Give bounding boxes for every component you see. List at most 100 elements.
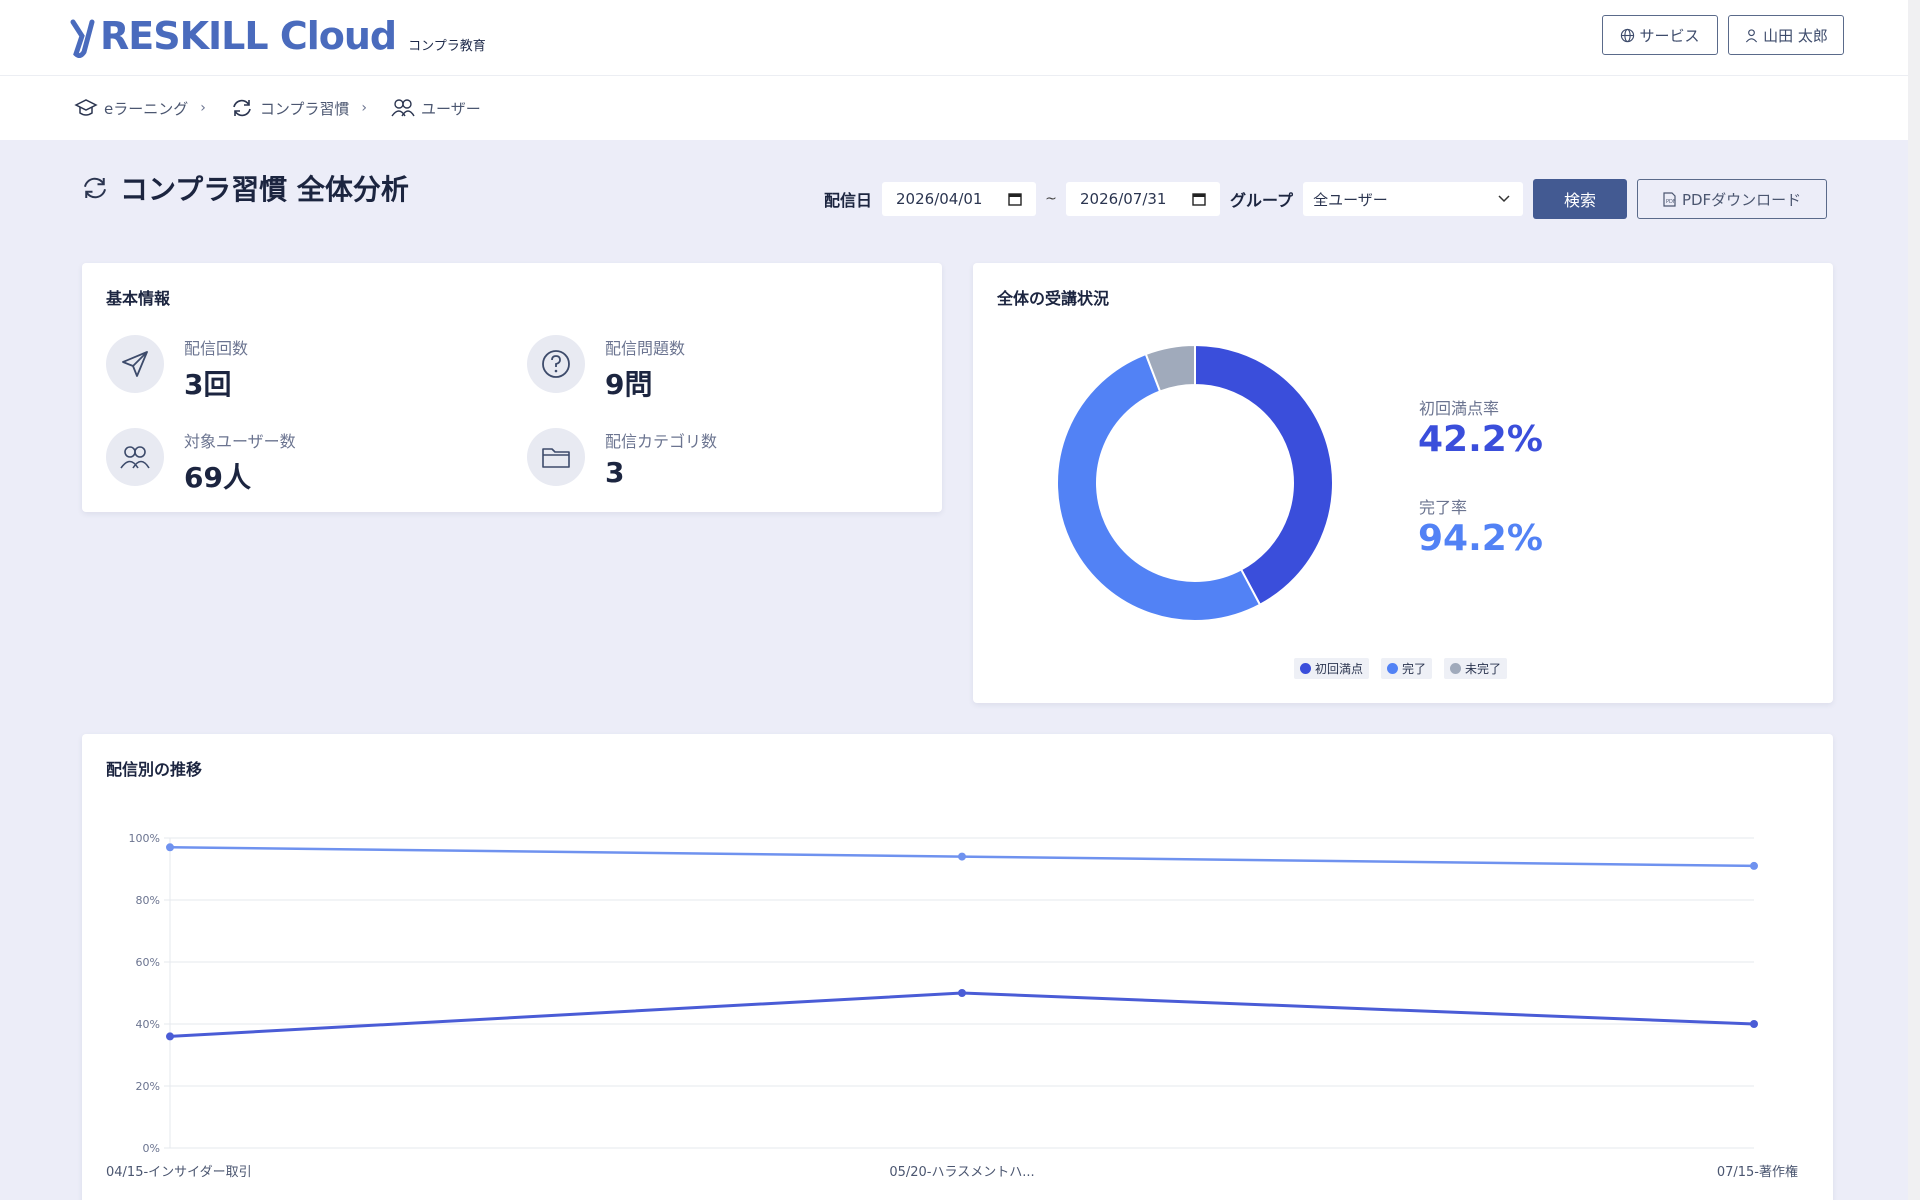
logo-text: RESKILL Cloud	[100, 14, 397, 58]
legend-label: 初回満点	[1315, 662, 1364, 676]
user-menu-button[interactable]: 山田 太郎	[1728, 15, 1844, 55]
y-tick-label: 20%	[136, 1080, 160, 1093]
data-point	[958, 989, 966, 997]
donut-slice-1	[1056, 352, 1262, 622]
logo-subtitle: コンプラ教育	[408, 39, 486, 54]
y-tick-label: 80%	[136, 894, 160, 907]
basic-info-title: 基本情報	[106, 289, 171, 308]
chevron-down-icon	[1498, 195, 1510, 203]
stat-delivery-count: 配信回数 3回	[106, 335, 248, 403]
users-icon	[391, 99, 415, 117]
stat-target-users: 対象ユーザー数 69人	[106, 428, 296, 496]
users-icon	[120, 446, 150, 469]
x-tick-label: 05/20-ハラスメントハ...	[889, 1165, 1034, 1180]
sync-icon	[233, 99, 251, 117]
breadcrumb-elearning[interactable]: eラーニング ›	[74, 97, 206, 119]
basic-info-card: 基本情報 配信回数 3回 配信問題数 9問 対象ユーザー数 69人 配信カテゴリ…	[82, 263, 942, 512]
complete-label: 完了率	[1419, 498, 1468, 517]
stat-icon-wrap	[527, 428, 585, 486]
stat-value: 9問	[605, 368, 653, 401]
app-header: RESKILL Cloud コンプラ教育 サービス 山田 太郎	[0, 0, 1920, 76]
stat-label: 配信カテゴリ数	[605, 432, 718, 451]
stat-icon-wrap	[106, 428, 164, 486]
first-perfect-label: 初回満点率	[1419, 399, 1500, 418]
logo[interactable]: RESKILL Cloud コンプラ教育	[70, 14, 486, 58]
status-card: 全体の受講状況 初回満点率 42.2% 完了率 94.2%	[973, 263, 1833, 703]
y-tick-label: 0%	[143, 1142, 160, 1155]
calendar-icon[interactable]	[1192, 192, 1206, 206]
stat-value: 69人	[184, 461, 251, 494]
legend-dot	[1450, 663, 1462, 674]
stat-label: 対象ユーザー数	[184, 432, 296, 451]
date-from-value: 2026/04/01	[896, 190, 983, 208]
question-icon	[542, 350, 570, 378]
folder-icon	[542, 448, 570, 468]
legend-dot	[1300, 663, 1311, 674]
graduation-cap-icon	[74, 99, 98, 116]
legend-item[interactable]: 完了	[1381, 658, 1433, 679]
sync-icon	[84, 177, 106, 199]
y-tick-label: 60%	[136, 956, 160, 969]
legend-label: 未完了	[1465, 662, 1502, 676]
stat-icon-wrap	[106, 335, 164, 393]
data-point	[1750, 1020, 1758, 1028]
data-point	[166, 843, 174, 852]
user-name: 山田 太郎	[1763, 26, 1828, 45]
service-button-label: サービス	[1639, 26, 1700, 45]
donut-chart	[1056, 343, 1334, 622]
breadcrumb-compliance[interactable]: コンプラ習慣 ›	[230, 97, 367, 119]
y-tick-label: 100%	[129, 832, 160, 845]
svg-text:PDF: PDF	[1666, 199, 1676, 205]
status-card-title: 全体の受講状況	[997, 289, 1110, 308]
date-from-input[interactable]: 2026/04/01	[882, 182, 1037, 216]
stat-label: 配信問題数	[605, 339, 686, 358]
series-line-1	[169, 991, 1755, 1038]
data-point	[1750, 861, 1758, 870]
y-tick-label: 40%	[136, 1018, 160, 1031]
pdf-download-button[interactable]: PDF PDFダウンロード	[1637, 179, 1828, 219]
date-to-input[interactable]: 2026/07/31	[1066, 182, 1221, 216]
group-select-value: 全ユーザー	[1313, 190, 1388, 209]
search-button[interactable]: 検索	[1533, 179, 1628, 219]
legend-item[interactable]: 初回満点	[1294, 658, 1370, 679]
breadcrumb: eラーニング › コンプラ習慣 › ユーザー	[0, 76, 1920, 140]
logo-mark-icon	[70, 19, 95, 58]
donut-slice-0	[1194, 343, 1334, 607]
pdf-button-label: PDFダウンロード	[1681, 190, 1802, 209]
page-title: コンプラ習慣 全体分析	[80, 168, 409, 208]
send-icon	[122, 351, 148, 377]
data-point	[958, 852, 966, 861]
stat-value: 3	[605, 456, 625, 489]
trend-card: 配信別の推移 0% 20% 40% 60% 80% 100% 04/15-インサイダー取引 0…	[82, 734, 1833, 1200]
breadcrumb-label: コンプラ習慣	[259, 99, 350, 118]
group-select[interactable]: 全ユーザー	[1303, 182, 1524, 216]
breadcrumb-label: ユーザー	[421, 99, 481, 118]
service-button[interactable]: サービス	[1602, 15, 1718, 55]
legend-dot	[1387, 663, 1399, 674]
stat-category-count: 配信カテゴリ数 3	[527, 428, 717, 489]
legend-label: 完了	[1402, 662, 1427, 676]
page-title-text: コンプラ習慣 全体分析	[120, 173, 409, 206]
donut-legend: 初回満点 完了 未完了	[1294, 658, 1508, 679]
user-icon	[1746, 28, 1758, 42]
date-range-separator: ~	[1045, 191, 1057, 207]
filter-bar: 配信日 2026/04/01 ~ 2026/07/31 グループ 全ユーザー 検…	[824, 179, 1828, 219]
line-chart: 0% 20% 40% 60% 80% 100% 04/15-インサイダー取引 05/20-ハラ…	[106, 832, 1798, 1180]
data-point	[166, 1032, 174, 1041]
calendar-icon[interactable]	[1008, 192, 1022, 206]
x-tick-label: 04/15-インサイダー取引	[106, 1165, 252, 1180]
stat-question-count: 配信問題数 9問	[527, 335, 685, 403]
date-label: 配信日	[824, 191, 873, 210]
stat-value: 3回	[184, 368, 232, 401]
x-tick-label: 07/15-著作権	[1717, 1164, 1798, 1180]
stat-label: 配信回数	[184, 339, 249, 358]
legend-item[interactable]: 未完了	[1444, 658, 1508, 679]
stat-icon-wrap	[527, 335, 585, 393]
breadcrumb-label: eラーニング	[104, 99, 189, 118]
first-perfect-value: 42.2%	[1418, 419, 1543, 460]
pdf-file-icon: PDF	[1663, 191, 1676, 207]
date-to-value: 2026/07/31	[1080, 190, 1167, 208]
breadcrumb-users[interactable]: ユーザー	[391, 97, 481, 119]
scrollbar[interactable]	[1908, 0, 1920, 1200]
group-label: グループ	[1230, 191, 1294, 210]
